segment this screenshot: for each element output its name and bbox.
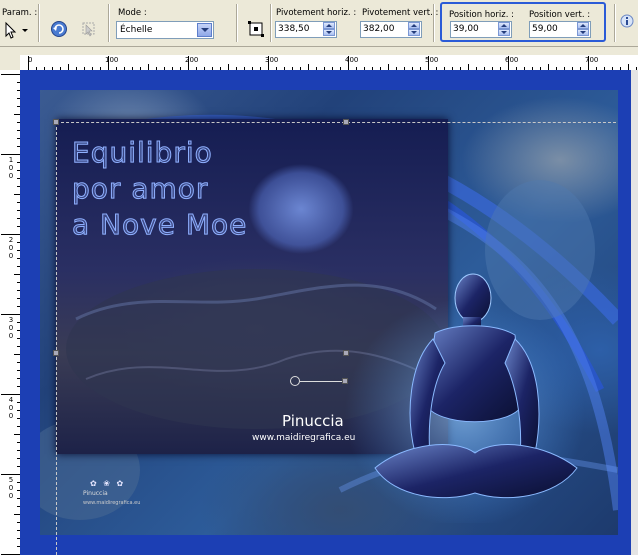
- edge-handle-left[interactable]: [53, 350, 59, 356]
- ruler-tick: [1, 394, 20, 395]
- pivot-vertical-down-arrow-icon[interactable]: [408, 29, 420, 36]
- ruler-h-label: 200: [185, 56, 199, 64]
- tool-options-bar: Param. : Mode : Échelle Pivotement horiz…: [0, 0, 638, 47]
- mode-label: Mode :: [118, 8, 147, 18]
- edge-handle-top[interactable]: [343, 119, 349, 125]
- ruler-h-label: 700: [585, 56, 599, 64]
- info-icon: [620, 14, 634, 28]
- mode-select-value: Échelle: [120, 25, 153, 35]
- mode-select[interactable]: Échelle: [116, 21, 214, 39]
- ruler-v-label: 300: [8, 316, 14, 340]
- toolbar-separator: [614, 4, 616, 42]
- title-line: por amor: [72, 172, 209, 206]
- reset-icon: [51, 21, 67, 37]
- toolbar-separator: [433, 4, 435, 42]
- ruler-tick: [108, 56, 109, 70]
- pivot-vertical-up-arrow-icon[interactable]: [408, 22, 420, 29]
- edge-handle-right[interactable]: [343, 350, 349, 356]
- watermark-url: www.maidiregrafica.eu: [83, 500, 141, 506]
- ruler-tick: [508, 56, 509, 70]
- signature-url: www.maidiregrafica.eu: [252, 433, 356, 443]
- ruler-h-label: 400: [345, 56, 359, 64]
- ruler-h-label: 600: [505, 56, 519, 64]
- pivot-horizontal-down-arrow-icon[interactable]: [323, 29, 335, 36]
- rotation-pivot-handle[interactable]: [290, 376, 300, 386]
- toolbar-separator: [38, 4, 40, 42]
- watermark-name: Pinuccia: [83, 490, 108, 497]
- ruler-tick: [348, 56, 349, 70]
- rotation-handle[interactable]: [342, 378, 348, 384]
- meditating-figure-image: [345, 273, 585, 523]
- pivot-point-button[interactable]: [247, 20, 265, 38]
- ruler-tick: [1, 74, 20, 75]
- param-label: Param. :: [2, 8, 38, 18]
- ruler-h-label: 300: [265, 56, 279, 64]
- title-line: Equilibrio: [72, 136, 213, 170]
- ruler-tick: [1, 474, 20, 475]
- image-canvas[interactable]: Equilibrio por amor a Nove Moe Pinuccia …: [20, 70, 638, 555]
- ruler-tick: [428, 56, 429, 70]
- ruler-v-label: 500: [8, 476, 14, 500]
- apply-button[interactable]: [80, 20, 98, 38]
- pivot-horizontal-up-arrow-icon[interactable]: [323, 22, 335, 29]
- pick-tool-preset-dropdown[interactable]: [3, 21, 29, 39]
- pivot-vertical-value: 382,00: [363, 24, 395, 34]
- artwork-title: Equilibrio por amor a Nove Moe: [72, 135, 372, 243]
- pivot-point-icon: [248, 21, 264, 37]
- watermark-flowers-icon: ✿ ❀ ✿: [90, 479, 126, 488]
- corner-handle-top-left[interactable]: [53, 119, 59, 125]
- ruler-v-label: 100: [8, 156, 14, 180]
- ruler-tick: [1, 234, 20, 235]
- transform-guide-left: [56, 122, 57, 555]
- pointer-icon: [5, 21, 28, 39]
- ruler-v-label: 400: [8, 396, 14, 420]
- ruler-tick: [588, 56, 589, 70]
- pivot-horizontal-value: 338,50: [278, 24, 310, 34]
- more-options-button[interactable]: [620, 14, 634, 28]
- ruler-tick: [28, 56, 29, 70]
- ruler-corner: [0, 55, 20, 70]
- rotation-arm: [300, 381, 345, 382]
- ruler-h-label: 500: [425, 56, 439, 64]
- reset-button[interactable]: [50, 20, 68, 38]
- ruler-tick: [1, 314, 20, 315]
- pivot-horizontal-field[interactable]: 338,50: [275, 21, 337, 38]
- vertical-scrollbar[interactable]: [631, 70, 638, 555]
- pivot-vertical-label: Pivotement vert. :: [362, 8, 439, 18]
- ruler-v-label: 200: [8, 236, 14, 260]
- vertical-ruler: 100 200 300 400 500: [0, 70, 21, 555]
- toolbar-separator: [270, 4, 272, 42]
- apply-icon: [82, 22, 95, 37]
- toolbar-separator: [236, 4, 238, 42]
- transform-guide-top: [56, 122, 616, 123]
- horizontal-ruler: 0 100 200 300 400 500 600 700: [20, 55, 638, 71]
- ruler-h-label: 100: [105, 56, 119, 64]
- signature-name: Pinuccia: [282, 412, 344, 430]
- chevron-down-icon[interactable]: [197, 23, 212, 37]
- toolbar-separator: [108, 4, 110, 42]
- ruler-tick: [1, 154, 20, 155]
- pivot-vertical-field[interactable]: 382,00: [360, 21, 422, 38]
- ruler-tick: [188, 56, 189, 70]
- pivot-horizontal-label: Pivotement horiz. :: [276, 8, 357, 18]
- position-fields-highlight: [440, 2, 606, 42]
- ruler-tick: [268, 56, 269, 70]
- title-line: a Nove Moe: [72, 208, 248, 242]
